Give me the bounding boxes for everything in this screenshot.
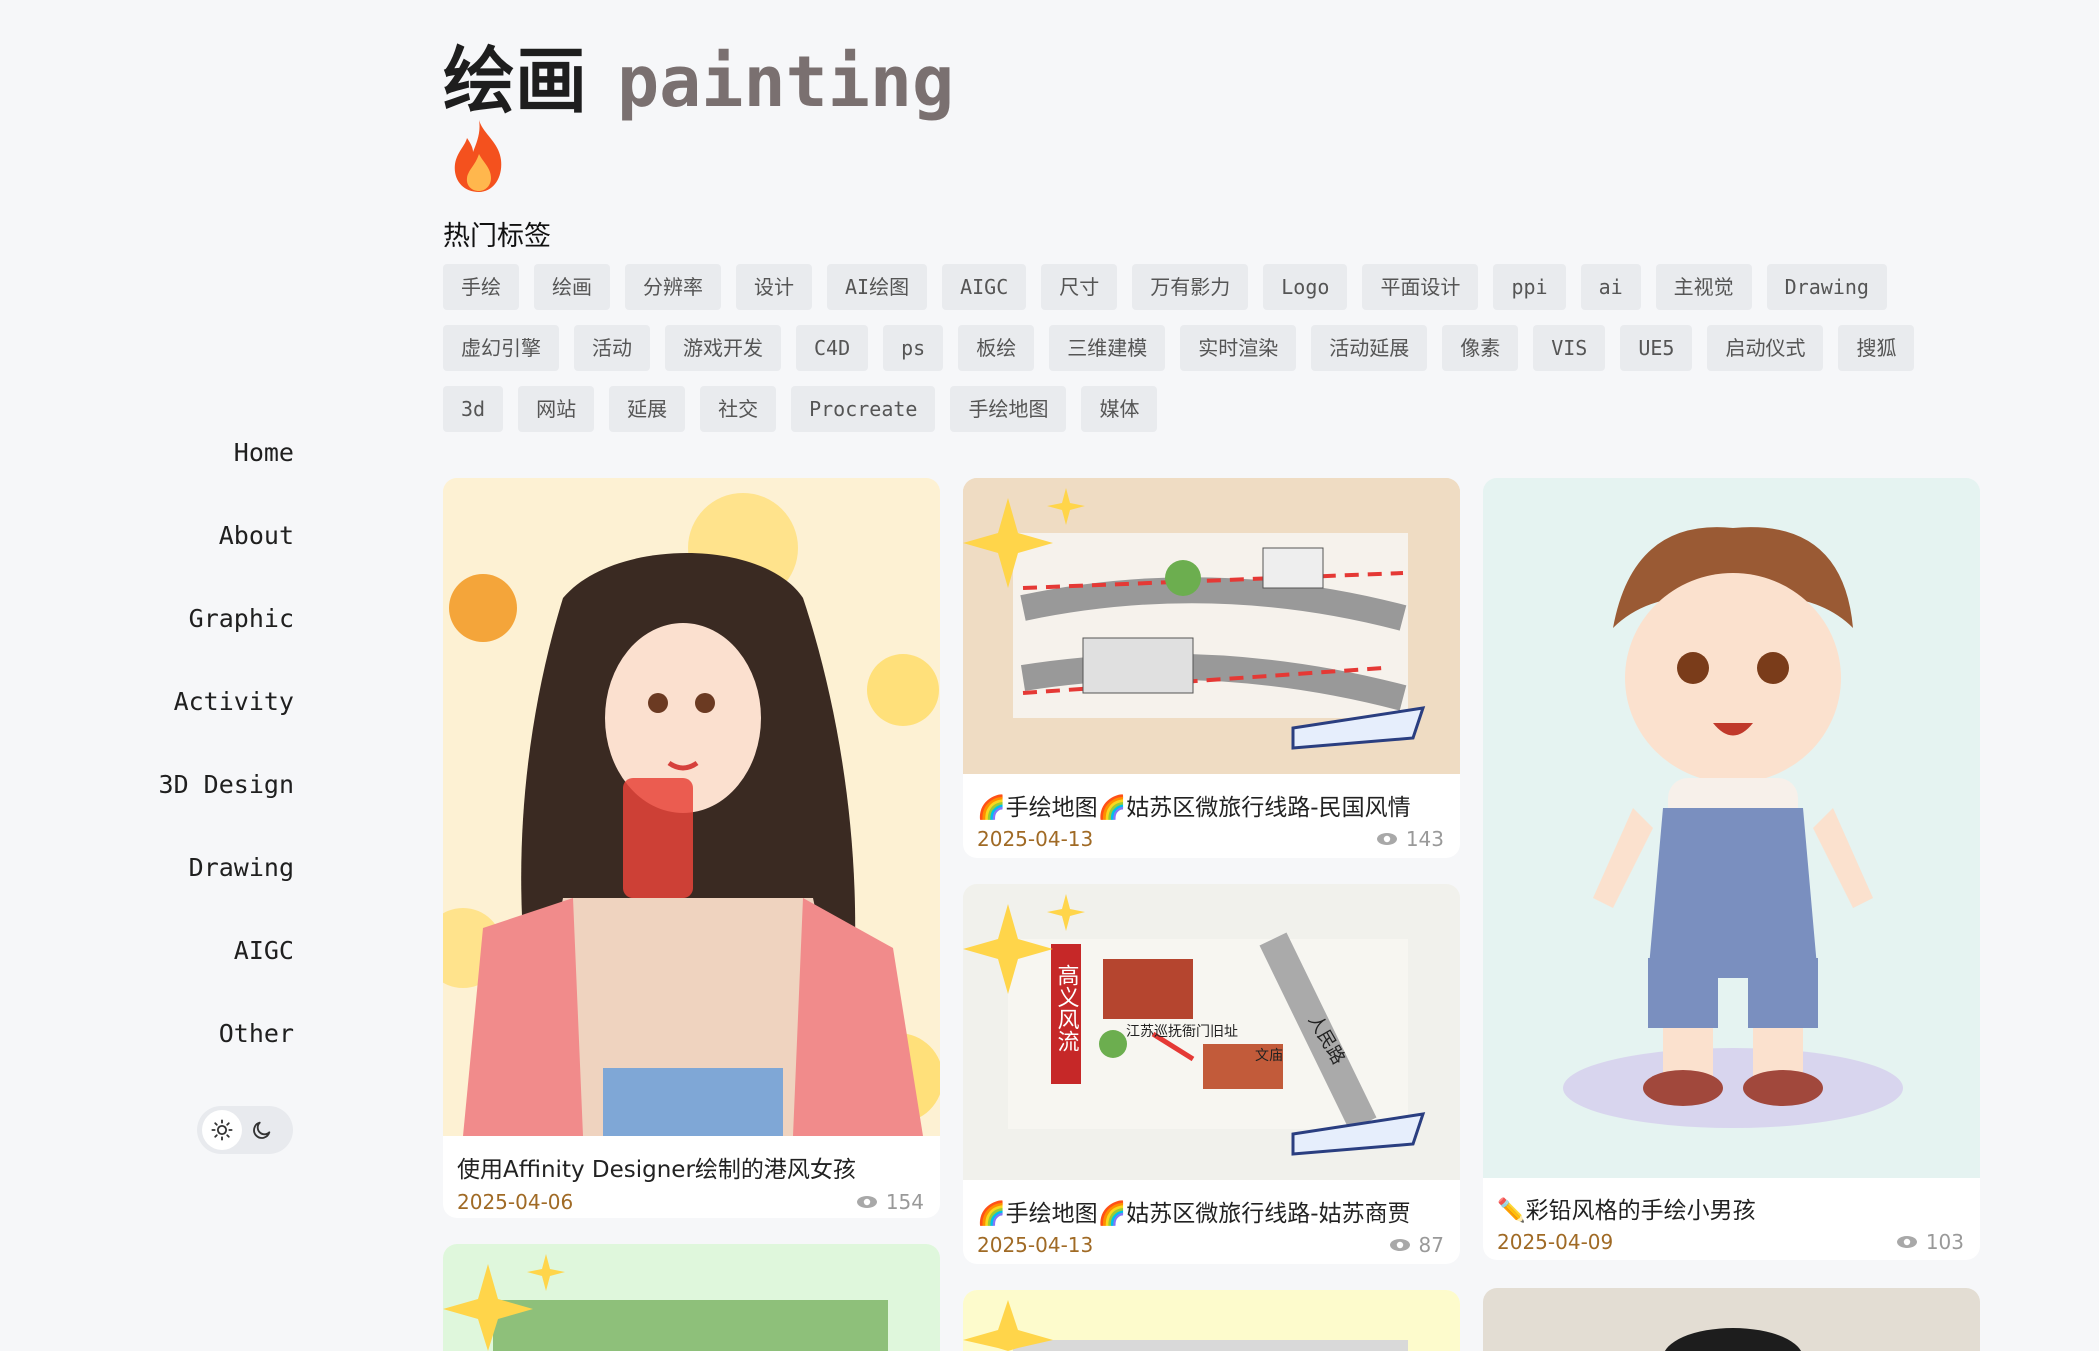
tag-chip[interactable]: 三维建模 <box>1049 325 1166 371</box>
map-illustration: 江苏巡抚衙门旧址 文庙 人民路 高义风流 <box>963 884 1460 1180</box>
post-date: 2025-04-06 <box>457 1190 574 1214</box>
map-banner-label: 高义风流 <box>1054 964 1080 1052</box>
post-views: 154 <box>856 1190 924 1214</box>
post-view-count: 103 <box>1925 1230 1964 1254</box>
tag-chip[interactable]: 媒体 <box>1081 386 1158 432</box>
tag-chip[interactable]: 板绘 <box>958 325 1035 371</box>
post-card[interactable]: 使用Affinity Designer绘制的港风女孩 2025-04-06 15… <box>443 478 940 1218</box>
tag-chip[interactable]: 设计 <box>736 264 812 310</box>
post-date: 2025-04-09 <box>1497 1230 1614 1254</box>
post-thumbnail[interactable] <box>1483 1288 1980 1351</box>
nav-graphic[interactable]: Graphic <box>159 596 294 679</box>
tag-chip[interactable]: Drawing <box>1766 264 1887 310</box>
post-view-count: 87 <box>1418 1233 1444 1257</box>
tag-chip[interactable]: 社交 <box>700 386 777 432</box>
post-thumbnail[interactable] <box>963 478 1460 774</box>
post-card[interactable] <box>1483 1288 1980 1351</box>
tag-chip[interactable]: 绘画 <box>534 264 610 310</box>
eye-icon <box>1376 833 1397 845</box>
eye-icon <box>856 1196 877 1208</box>
tag-chip[interactable]: 活动 <box>574 325 650 371</box>
main-nav: Home About Graphic Activity 3D Design Dr… <box>159 430 294 1094</box>
tag-chip[interactable]: 网站 <box>518 386 595 432</box>
page-title: 绘画 painting <box>443 22 954 127</box>
tag-chip[interactable]: 万有影力 <box>1132 264 1249 310</box>
tag-chip[interactable]: 3d <box>443 386 504 432</box>
post-card[interactable] <box>963 1290 1460 1351</box>
post-title[interactable]: 🌈手绘地图🌈姑苏区微旅行线路-民国风情 <box>977 788 1411 822</box>
hot-tags-label: 热门标签 <box>443 221 551 252</box>
nav-aigc[interactable]: AIGC <box>159 928 294 1011</box>
post-view-count: 143 <box>1405 827 1444 851</box>
nav-3d-design[interactable]: 3D Design <box>159 762 294 845</box>
post-thumbnail[interactable] <box>1483 478 1980 1178</box>
nav-about[interactable]: About <box>159 513 294 596</box>
tag-chip[interactable]: ppi <box>1493 264 1566 310</box>
post-card[interactable]: 🌈手绘地图🌈姑苏区微旅行线路-民国风情 2025-04-13 143 <box>963 478 1460 858</box>
tag-chip[interactable]: Procreate <box>791 386 936 432</box>
tag-list: 手绘 绘画 分辨率 设计 AI绘图 AIGC 尺寸 万有影力 Logo 平面设计 ppi ai 主视觉 D… <box>443 264 1983 432</box>
map-place-label: 文庙 <box>1255 1048 1283 1064</box>
page-title-en: painting <box>617 41 955 123</box>
map-place-label: 江苏巡抚衙门旧址 <box>1126 1024 1238 1040</box>
post-view-count: 154 <box>885 1190 924 1214</box>
post-views: 87 <box>1389 1233 1444 1257</box>
nav-other[interactable]: Other <box>159 1011 294 1094</box>
sun-icon <box>211 1119 233 1141</box>
nav-home[interactable]: Home <box>159 430 294 513</box>
post-views: 143 <box>1376 827 1444 851</box>
eye-icon <box>1389 1239 1410 1251</box>
girl-illustration <box>443 478 940 1136</box>
tag-chip[interactable]: VIS <box>1533 325 1606 371</box>
post-thumbnail[interactable] <box>963 1290 1460 1351</box>
fire-icon <box>454 120 502 192</box>
post-thumbnail[interactable] <box>443 478 940 1136</box>
page-title-cn: 绘画 <box>443 39 588 123</box>
post-views: 103 <box>1896 1230 1964 1254</box>
post-title[interactable]: 使用Affinity Designer绘制的港风女孩 <box>457 1150 856 1184</box>
tag-chip[interactable]: 启动仪式 <box>1707 325 1824 371</box>
post-thumbnail[interactable] <box>443 1244 940 1351</box>
tag-chip[interactable]: ps <box>883 325 944 371</box>
sidebar: Home About Graphic Activity 3D Design Dr… <box>0 0 300 1351</box>
post-title[interactable]: ✏️彩铅风格的手绘小男孩 <box>1497 1191 1756 1225</box>
tag-chip[interactable]: 游戏开发 <box>665 325 781 371</box>
post-card[interactable]: 江苏巡抚衙门旧址 文庙 人民路 高义风流 🌈手绘地图🌈姑苏区微旅行线路-姑苏商贾… <box>963 884 1460 1264</box>
tag-chip[interactable]: 手绘地图 <box>950 386 1067 432</box>
tag-chip[interactable]: AIGC <box>942 264 1027 310</box>
light-mode-button[interactable] <box>202 1110 242 1150</box>
post-card[interactable] <box>443 1244 940 1351</box>
tag-chip[interactable]: 尺寸 <box>1041 264 1118 310</box>
tag-chip[interactable]: 搜狐 <box>1838 325 1915 371</box>
tag-chip[interactable]: 活动延展 <box>1311 325 1428 371</box>
tag-chip[interactable]: 延展 <box>609 386 686 432</box>
tag-chip[interactable]: 像素 <box>1442 325 1519 371</box>
theme-toggle[interactable] <box>197 1106 293 1154</box>
post-thumbnail[interactable]: 江苏巡抚衙门旧址 文庙 人民路 高义风流 <box>963 884 1460 1180</box>
eye-icon <box>1896 1236 1917 1248</box>
map-illustration <box>963 478 1460 774</box>
tag-chip[interactable]: 平面设计 <box>1362 264 1479 310</box>
nav-activity[interactable]: Activity <box>159 679 294 762</box>
nav-drawing[interactable]: Drawing <box>159 845 294 928</box>
post-date: 2025-04-13 <box>977 1233 1094 1257</box>
tag-chip[interactable]: 虚幻引擎 <box>443 325 559 371</box>
post-card[interactable]: ✏️彩铅风格的手绘小男孩 2025-04-09 103 <box>1483 478 1980 1260</box>
dark-mode-button[interactable] <box>242 1110 282 1150</box>
tag-chip[interactable]: 主视觉 <box>1655 264 1752 310</box>
tag-chip[interactable]: 手绘 <box>443 264 519 310</box>
tag-chip[interactable]: C4D <box>796 325 869 371</box>
boy-illustration <box>1483 478 1980 1178</box>
moon-icon <box>253 1121 271 1139</box>
tag-chip[interactable]: UE5 <box>1620 325 1693 371</box>
tag-chip[interactable]: AI绘图 <box>827 264 928 310</box>
tag-chip[interactable]: 实时渲染 <box>1180 325 1297 371</box>
tag-chip[interactable]: 分辨率 <box>625 264 721 310</box>
post-title[interactable]: 🌈手绘地图🌈姑苏区微旅行线路-姑苏商贾 <box>977 1194 1411 1228</box>
tag-chip[interactable]: Logo <box>1263 264 1348 310</box>
post-date: 2025-04-13 <box>977 827 1094 851</box>
tag-chip[interactable]: ai <box>1580 264 1641 310</box>
